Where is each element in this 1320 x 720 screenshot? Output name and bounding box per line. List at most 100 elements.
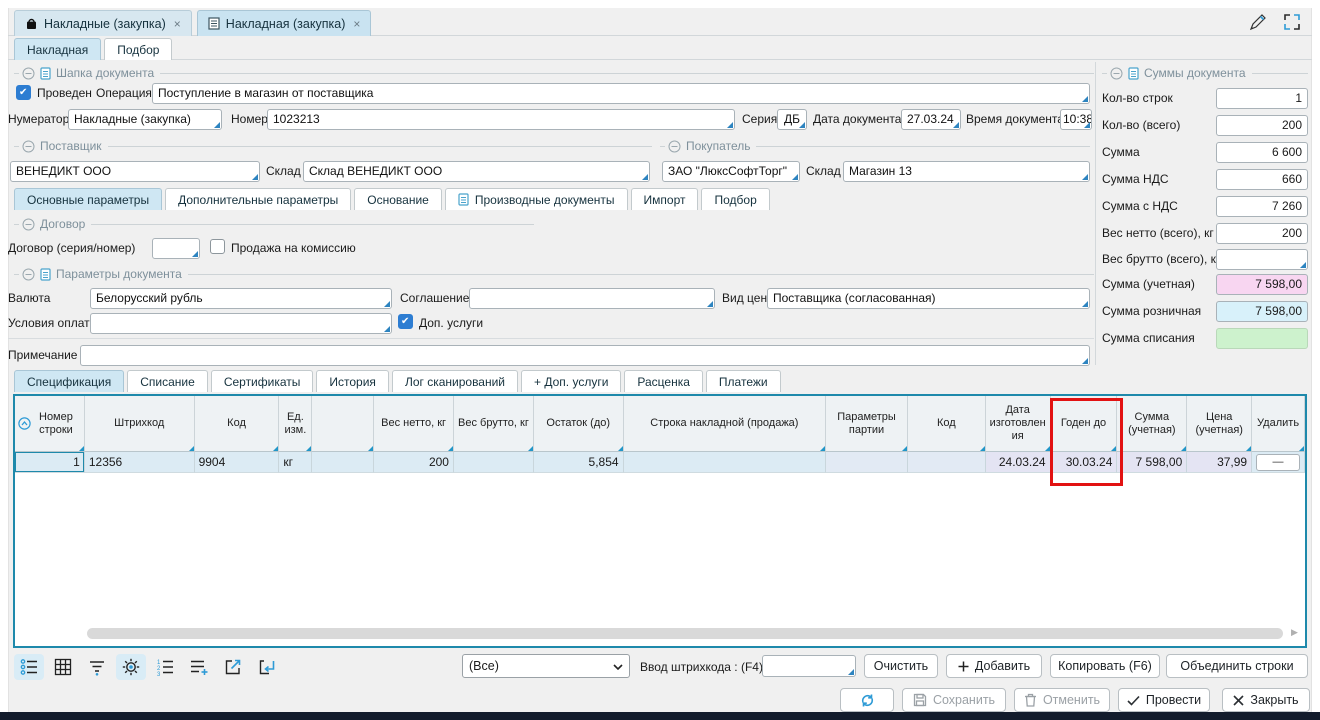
delete-row-button[interactable]: — bbox=[1256, 454, 1300, 471]
cell-net-weight[interactable]: 200 bbox=[374, 452, 454, 473]
col-header-code[interactable]: Код bbox=[195, 396, 280, 452]
cell-unit[interactable]: кг bbox=[279, 452, 312, 473]
tab-pricing[interactable]: Расценка bbox=[624, 370, 703, 392]
cell-accounting-sum[interactable]: 7 598,00 bbox=[1117, 452, 1187, 473]
col-header-expiry-date[interactable]: Годен до bbox=[1051, 396, 1118, 452]
commission-checkbox[interactable] bbox=[210, 239, 225, 254]
table-row[interactable]: 1 12356 9904 кг 200 5,854 24.03.24 30.03… bbox=[15, 452, 1305, 473]
col-header-accounting-sum[interactable]: Сумма (учетная) bbox=[1117, 396, 1187, 452]
add-lines-button[interactable] bbox=[184, 654, 214, 680]
col-header-delete[interactable]: Удалить bbox=[1252, 396, 1305, 452]
supplier-warehouse-field[interactable]: Склад ВЕНЕДИКТ ООО bbox=[303, 161, 650, 182]
tab-extra-services[interactable]: + Доп. услуги bbox=[521, 370, 621, 392]
close-icon[interactable]: × bbox=[174, 17, 181, 31]
barcode-input[interactable] bbox=[762, 655, 856, 677]
list-view-button[interactable] bbox=[14, 654, 44, 680]
cell-barcode[interactable]: 12356 bbox=[85, 452, 195, 473]
collapse-icon[interactable] bbox=[1110, 67, 1123, 80]
cell-accounting-price[interactable]: 37,99 bbox=[1187, 452, 1252, 473]
agreement-field[interactable] bbox=[469, 288, 715, 309]
tab-certificates[interactable]: Сертификаты bbox=[211, 370, 314, 392]
edit-pencil-icon[interactable] bbox=[1248, 12, 1270, 35]
row-filter-select[interactable]: (Все) bbox=[462, 654, 630, 678]
collapse-icon[interactable] bbox=[22, 268, 35, 281]
note-field[interactable] bbox=[80, 345, 1090, 366]
refresh-button[interactable] bbox=[840, 688, 894, 712]
cell-gross-weight[interactable] bbox=[454, 452, 534, 473]
col-header-batch-params[interactable]: Параметры партии bbox=[826, 396, 908, 452]
col-header-remainder[interactable]: Остаток (до) bbox=[534, 396, 624, 452]
doc-date-field[interactable]: 27.03.24 bbox=[901, 109, 961, 130]
reimport-button[interactable] bbox=[252, 654, 282, 680]
currency-field[interactable]: Белорусский рубль bbox=[90, 288, 392, 309]
collapse-icon[interactable] bbox=[22, 140, 35, 153]
col-header-code2[interactable]: Код bbox=[908, 396, 986, 452]
cell-code2[interactable] bbox=[908, 452, 986, 473]
vat-sum-field[interactable]: 660 bbox=[1216, 169, 1308, 190]
col-header-barcode[interactable]: Штрихкод bbox=[85, 396, 195, 452]
scroll-right-arrow-icon[interactable]: ▶ bbox=[1291, 627, 1298, 638]
export-button[interactable] bbox=[218, 654, 248, 680]
clear-button[interactable]: Очистить bbox=[864, 654, 938, 678]
collapse-icon[interactable] bbox=[22, 67, 35, 80]
extra-services-checkbox[interactable] bbox=[398, 314, 413, 329]
save-button[interactable]: Сохранить bbox=[902, 688, 1006, 712]
cell-batch-params[interactable] bbox=[826, 452, 908, 473]
cell-blank[interactable] bbox=[312, 452, 374, 473]
supplier-field[interactable]: ВЕНЕДИКТ ООО bbox=[10, 161, 260, 182]
col-header-gross-weight[interactable]: Вес брутто, кг bbox=[454, 396, 534, 452]
series-field[interactable]: ДБ bbox=[777, 109, 807, 130]
sort-icon[interactable] bbox=[18, 417, 31, 430]
payment-terms-field[interactable] bbox=[90, 313, 392, 334]
tab-specification[interactable]: Спецификация bbox=[14, 370, 124, 392]
numbered-list-button[interactable]: 123 bbox=[150, 654, 180, 680]
posted-checkbox[interactable] bbox=[16, 85, 31, 100]
buyer-warehouse-field[interactable]: Магазин 13 bbox=[843, 161, 1090, 182]
collapse-icon[interactable] bbox=[22, 218, 35, 231]
tab-main-params[interactable]: Основные параметры bbox=[14, 188, 162, 210]
grid-view-button[interactable] bbox=[48, 654, 78, 680]
cell-expiry-date[interactable]: 30.03.24 bbox=[1051, 452, 1118, 473]
sum-field[interactable]: 6 600 bbox=[1216, 142, 1308, 163]
col-header-unit[interactable]: Ед. изм. bbox=[279, 396, 312, 452]
buyer-field[interactable]: ЗАО "ЛюксСофтТорг" bbox=[662, 161, 800, 182]
tab-selection[interactable]: Подбор bbox=[701, 188, 769, 210]
contract-number-field[interactable] bbox=[152, 238, 200, 259]
col-header-production-date[interactable]: Дата изготовления bbox=[986, 396, 1051, 452]
cell-production-date[interactable]: 24.03.24 bbox=[986, 452, 1051, 473]
cancel-button[interactable]: Отменить bbox=[1014, 688, 1110, 712]
doc-tab-invoices-list[interactable]: Накладные (закупка) × bbox=[14, 10, 192, 36]
col-header-invoice-line[interactable]: Строка накладной (продажа) bbox=[624, 396, 827, 452]
lines-count-field[interactable]: 1 bbox=[1216, 88, 1308, 109]
operation-field[interactable]: Поступление в магазин от поставщика bbox=[152, 83, 1090, 104]
add-row-button[interactable]: Добавить bbox=[946, 654, 1042, 678]
horizontal-scrollbar[interactable] bbox=[87, 628, 1283, 639]
tab-writeoff[interactable]: Списание bbox=[127, 370, 208, 392]
maximize-icon[interactable] bbox=[1282, 12, 1302, 35]
merge-rows-button[interactable]: Объединить строки bbox=[1166, 654, 1308, 678]
tab-history[interactable]: История bbox=[316, 370, 389, 392]
qty-total-field[interactable]: 200 bbox=[1216, 115, 1308, 136]
doc-tab-invoice[interactable]: Накладная (закупка) × bbox=[197, 10, 372, 36]
tab-payments[interactable]: Платежи bbox=[706, 370, 781, 392]
writeoff-sum-field[interactable] bbox=[1216, 328, 1308, 349]
col-header-row-number[interactable]: Номер строки bbox=[15, 396, 85, 452]
cell-row-number[interactable]: 1 bbox=[15, 452, 85, 473]
retail-sum-field[interactable]: 7 598,00 bbox=[1216, 301, 1308, 322]
view-tab-invoice[interactable]: Накладная bbox=[14, 38, 101, 60]
settings-gear-button[interactable] bbox=[116, 654, 146, 680]
col-header-accounting-price[interactable]: Цена (учетная) bbox=[1187, 396, 1252, 452]
view-tab-selection[interactable]: Подбор bbox=[104, 38, 172, 60]
tab-scan-log[interactable]: Лог сканирований bbox=[392, 370, 518, 392]
close-button[interactable]: Закрыть bbox=[1222, 688, 1310, 712]
tab-import[interactable]: Импорт bbox=[631, 188, 699, 210]
doc-time-field[interactable]: 10:38 bbox=[1060, 109, 1092, 130]
numerator-field[interactable]: Накладные (закупка) bbox=[68, 109, 222, 130]
net-weight-field[interactable]: 200 bbox=[1216, 223, 1308, 244]
collapse-icon[interactable] bbox=[668, 140, 681, 153]
close-icon[interactable]: × bbox=[353, 17, 360, 31]
tab-basis[interactable]: Основание bbox=[354, 188, 442, 210]
cell-invoice-line[interactable] bbox=[624, 452, 827, 473]
col-header-blank[interactable] bbox=[312, 396, 374, 452]
cell-remainder[interactable]: 5,854 bbox=[534, 452, 624, 473]
